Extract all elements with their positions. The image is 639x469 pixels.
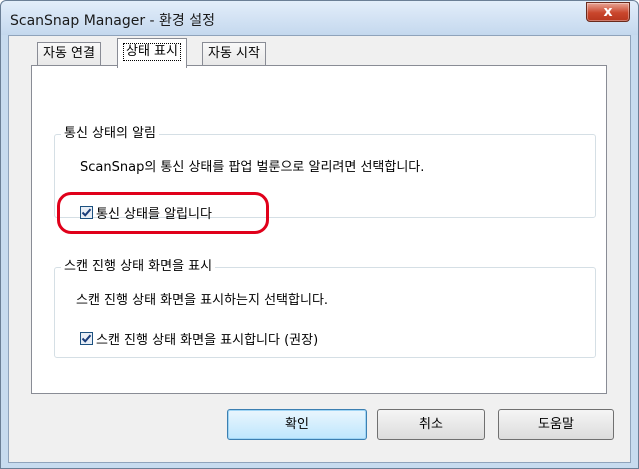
close-icon: x bbox=[603, 4, 613, 20]
tab-label: 자동 연결 bbox=[43, 46, 95, 61]
help-button-label: 도움말 bbox=[538, 417, 574, 432]
cancel-button-label: 취소 bbox=[419, 417, 443, 432]
tab-auto-start[interactable]: 자동 시작 bbox=[202, 42, 266, 66]
title-bar[interactable]: ScanSnap Manager - 환경 설정 x bbox=[1, 1, 638, 35]
window-title: ScanSnap Manager - 환경 설정 bbox=[10, 13, 216, 29]
tab-label: 자동 시작 bbox=[208, 46, 260, 61]
tab-label: 상태 표시 bbox=[123, 43, 181, 61]
checkbox-checked-icon[interactable] bbox=[80, 332, 93, 345]
ok-button[interactable]: 확인 bbox=[227, 409, 367, 440]
highlight-annotation bbox=[57, 192, 269, 234]
tab-auto-connect[interactable]: 자동 연결 bbox=[37, 42, 101, 66]
progress-checkbox-label[interactable]: 스캔 진행 상태 화면을 표시합니다 (권장) bbox=[96, 329, 318, 348]
cancel-button[interactable]: 취소 bbox=[377, 409, 485, 440]
ok-button-label: 확인 bbox=[285, 417, 309, 432]
tab-status-display[interactable]: 상태 표시 bbox=[117, 38, 187, 68]
close-button[interactable]: x bbox=[586, 2, 630, 22]
progress-checkbox[interactable]: 스캔 진행 상태 화면을 표시합니다 (권장) bbox=[80, 329, 318, 348]
progress-description: 스캔 진행 상태 화면을 표시하는지 선택합니다. bbox=[76, 293, 329, 308]
notify-description: ScanSnap의 통신 상태를 팝업 벌룬으로 알리려면 선택합니다. bbox=[80, 160, 425, 175]
notify-group-legend: 통신 상태의 알림 bbox=[61, 126, 159, 142]
help-button[interactable]: 도움말 bbox=[498, 409, 614, 440]
progress-group-legend: 스캔 진행 상태 화면을 표시 bbox=[61, 259, 216, 275]
